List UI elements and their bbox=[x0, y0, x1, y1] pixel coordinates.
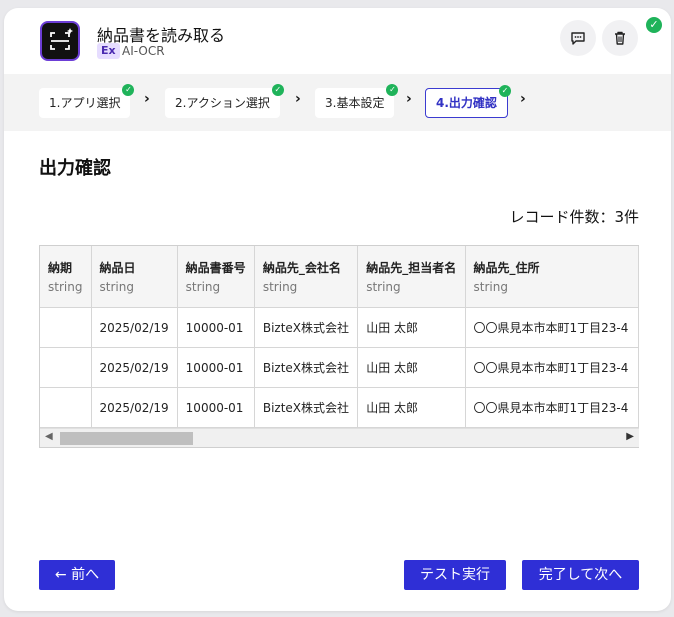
step-label: 1.アプリ選択 bbox=[49, 96, 121, 110]
column-header: 納品先_担当者名 string bbox=[357, 246, 466, 308]
chevron-right-icon: › bbox=[295, 91, 301, 107]
app-subtitle: AI-OCR bbox=[122, 44, 165, 58]
table-cell: 2025/02/19 bbox=[91, 347, 178, 388]
chevron-right-icon: › bbox=[144, 91, 150, 107]
table-cell: 山田 太郎 bbox=[357, 347, 466, 388]
column-header: 納期 string bbox=[40, 246, 92, 308]
chevron-right-icon: › bbox=[520, 91, 526, 107]
table-cell: 山田 太郎 bbox=[357, 307, 466, 348]
table-row: 2025/02/19 10000-01 BizteX株式会社 山田 太郎 〇〇県… bbox=[40, 387, 639, 428]
column-header: 納品書番号 string bbox=[177, 246, 255, 308]
table-cell bbox=[40, 347, 92, 388]
check-icon: ✓ bbox=[386, 84, 399, 96]
section-title: 出力確認 bbox=[39, 158, 111, 179]
step-label: 2.アクション選択 bbox=[175, 96, 270, 110]
table-cell: BizteX株式会社 bbox=[254, 307, 359, 348]
table-row: 2025/02/19 10000-01 BizteX株式会社 山田 太郎 〇〇県… bbox=[40, 307, 639, 348]
table-cell: 〇〇県見本市本町1丁目23-4 bbox=[465, 387, 639, 428]
step-label: 4.出力確認 bbox=[436, 96, 497, 110]
horizontal-scrollbar[interactable]: ◀ ▶ bbox=[40, 428, 639, 447]
step-bar: 1.アプリ選択 ✓ › 2.アクション選択 ✓ › 3.基本設定 ✓ › 4.出… bbox=[4, 74, 671, 131]
chevron-right-icon: › bbox=[406, 91, 412, 107]
back-button[interactable]: ← 前へ bbox=[39, 560, 115, 590]
output-table: 納期 string 納品日 string 納品書番号 string 納品先_会社名 st… bbox=[39, 245, 639, 448]
dialog-card: 納品書を読み取る Ex AI-OCR 1.アプリ選択 ✓ › 2.アクション選択… bbox=[4, 8, 671, 611]
column-header: 納品日 string bbox=[91, 246, 178, 308]
column-header: 納品先_会社名 string bbox=[254, 246, 359, 308]
step-output-confirm[interactable]: 4.出力確認 ✓ bbox=[425, 85, 511, 118]
status-check-icon: ✓ bbox=[646, 17, 662, 33]
table-cell bbox=[40, 387, 92, 428]
scroll-right-icon[interactable]: ▶ bbox=[626, 431, 634, 442]
table-cell: BizteX株式会社 bbox=[254, 347, 359, 388]
table-cell: 2025/02/19 bbox=[91, 387, 178, 428]
check-icon: ✓ bbox=[498, 85, 511, 97]
trash-icon bbox=[615, 31, 625, 45]
column-header: 納品先_住所 string bbox=[465, 246, 639, 308]
comment-button[interactable] bbox=[560, 20, 596, 56]
table-cell: 〇〇県見本市本町1丁目23-4 bbox=[465, 307, 639, 348]
step-app-select[interactable]: 1.アプリ選択 ✓ bbox=[39, 84, 135, 118]
table-header-row: 納期 string 納品日 string 納品書番号 string 納品先_会社名 st… bbox=[40, 246, 639, 308]
table-cell bbox=[40, 307, 92, 348]
scrollbar-thumb[interactable] bbox=[60, 432, 193, 445]
table-cell: 10000-01 bbox=[177, 347, 255, 388]
table-cell: 山田 太郎 bbox=[357, 387, 466, 428]
scroll-left-icon[interactable]: ◀ bbox=[45, 431, 53, 442]
check-icon: ✓ bbox=[122, 84, 135, 96]
ex-badge: Ex bbox=[97, 43, 120, 59]
table-cell: 10000-01 bbox=[177, 307, 255, 348]
step-label: 3.基本設定 bbox=[325, 96, 385, 110]
ocr-app-icon bbox=[40, 21, 80, 61]
test-run-button[interactable]: テスト実行 bbox=[404, 560, 506, 590]
step-basic-settings[interactable]: 3.基本設定 ✓ bbox=[315, 84, 399, 118]
table-row: 2025/02/19 10000-01 BizteX株式会社 山田 太郎 〇〇県… bbox=[40, 347, 639, 388]
table-cell: BizteX株式会社 bbox=[254, 387, 359, 428]
table-cell: 2025/02/19 bbox=[91, 307, 178, 348]
check-icon: ✓ bbox=[271, 84, 284, 96]
step-action-select[interactable]: 2.アクション選択 ✓ bbox=[165, 84, 284, 118]
comment-icon bbox=[571, 32, 585, 45]
complete-next-button[interactable]: 完了して次へ bbox=[522, 560, 639, 590]
table-cell: 10000-01 bbox=[177, 387, 255, 428]
table-cell: 〇〇県見本市本町1丁目23-4 bbox=[465, 347, 639, 388]
delete-button[interactable] bbox=[602, 20, 638, 56]
record-count: レコード件数：3件 bbox=[509, 208, 639, 226]
